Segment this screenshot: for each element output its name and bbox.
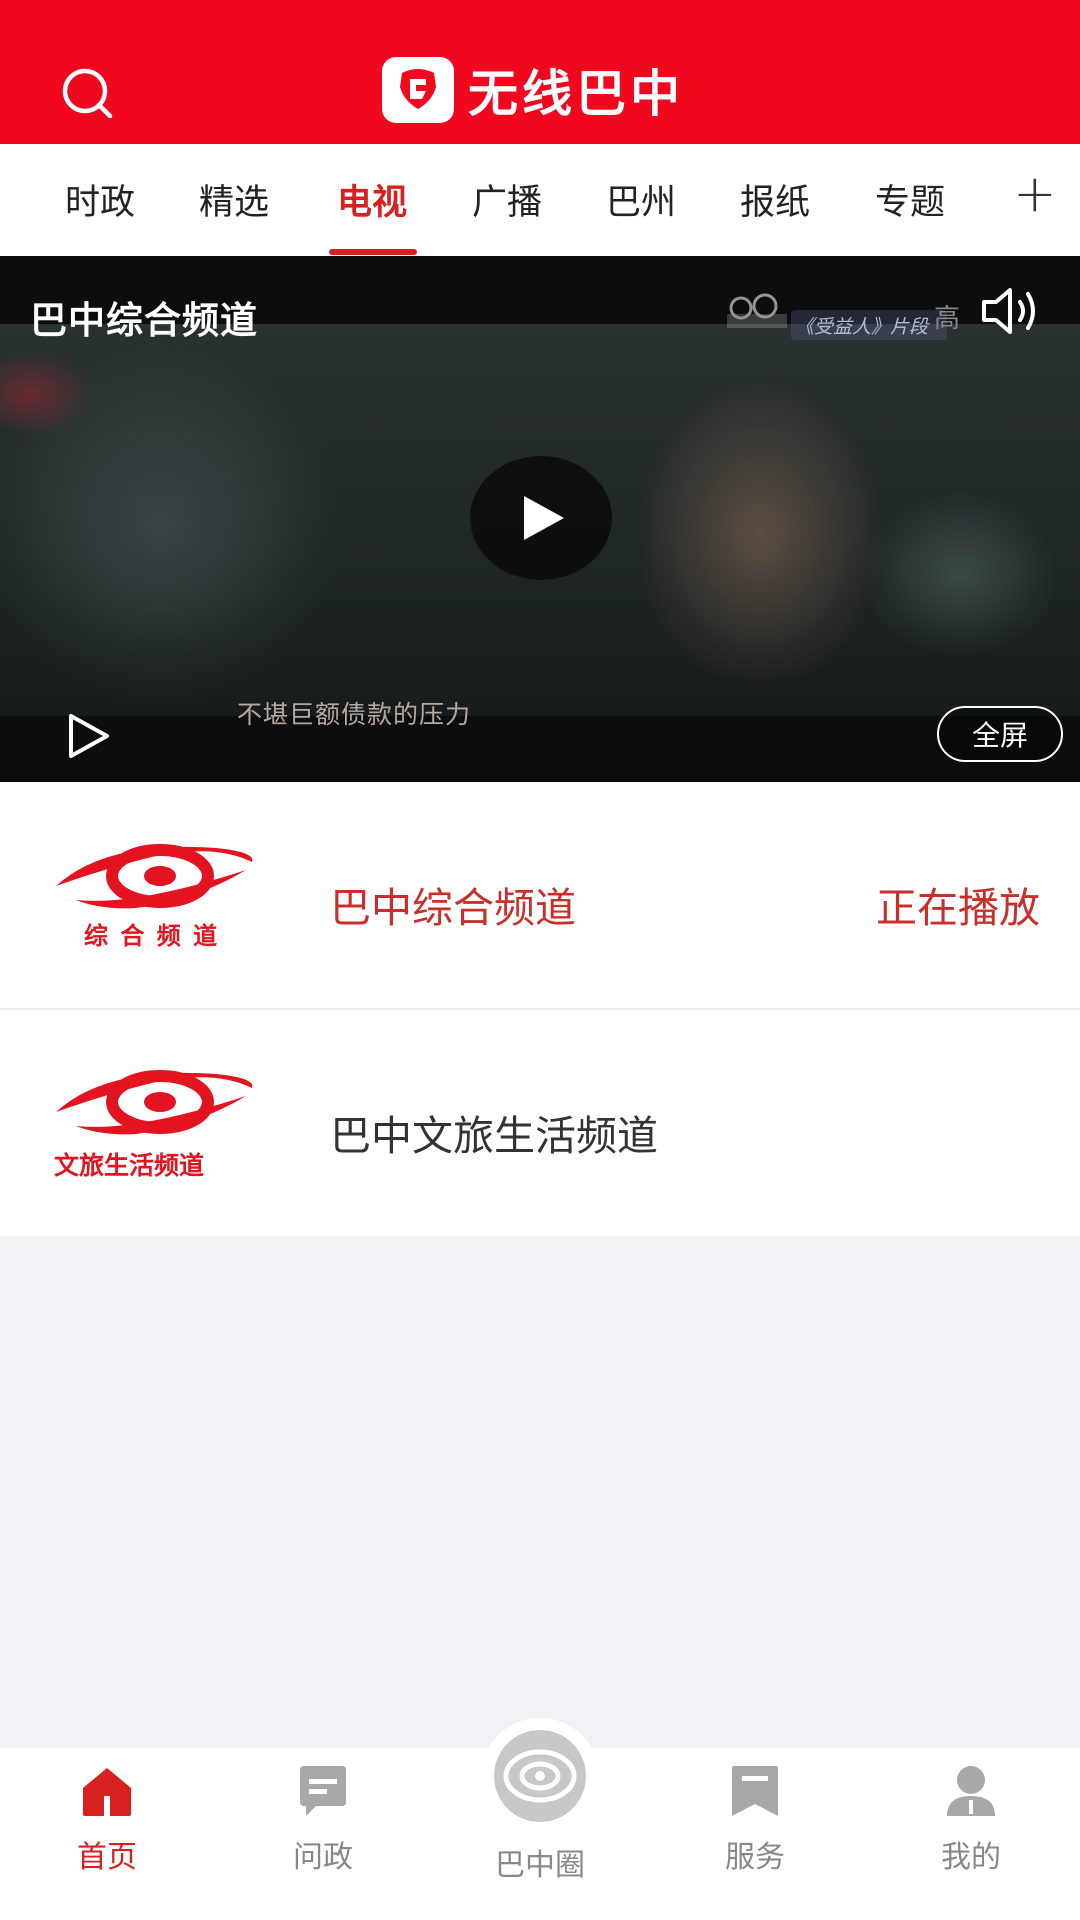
channel-item-wenlv[interactable]: 文旅生活频道 巴中文旅生活频道 <box>0 1010 1080 1236</box>
fullscreen-button[interactable]: 全屏 <box>937 706 1063 762</box>
volume-icon[interactable] <box>978 282 1042 340</box>
user-icon <box>947 1766 995 1816</box>
now-playing-status: 正在播放 <box>876 884 1040 932</box>
tab-jingxuan[interactable]: 精选 <box>199 174 269 225</box>
message-icon <box>300 1766 346 1816</box>
nav-label: 服务 <box>725 1840 785 1875</box>
channel-name: 巴中文旅生活频道 <box>330 1112 658 1160</box>
nav-home[interactable]: 首页 <box>32 1764 182 1876</box>
film-watermark-label: 《受益人》片段 <box>795 316 929 338</box>
app-header: 无线巴中 <box>0 0 1080 144</box>
tab-shizheng[interactable]: 时政 <box>65 174 135 225</box>
circle-icon <box>494 1730 586 1822</box>
nav-label: 我的 <box>941 1840 1001 1875</box>
player-channel-title: 巴中综合频道 <box>30 299 258 342</box>
wenlv-logo-text: 文旅生活频道 <box>54 1151 205 1180</box>
home-icon <box>83 1768 131 1816</box>
category-tabs: 时政 精选 电视 广播 巴州 报纸 专题 + <box>0 144 1080 257</box>
nav-mine[interactable]: 我的 <box>896 1764 1046 1876</box>
brand: 无线巴中 <box>382 56 684 124</box>
app-title: 无线巴中 <box>468 65 684 123</box>
tab-guangbo[interactable]: 广播 <box>472 174 542 225</box>
nav-bazhongquan[interactable]: 巴中圈 <box>460 1728 620 1884</box>
nav-label: 首页 <box>77 1840 137 1875</box>
tab-zhuanti[interactable]: 专题 <box>875 174 945 225</box>
channel-name: 巴中综合频道 <box>330 884 576 932</box>
video-subtitle: 不堪巨额债款的压力 <box>237 700 472 729</box>
tab-baozhi[interactable]: 报纸 <box>740 174 810 225</box>
nav-label: 问政 <box>293 1840 353 1875</box>
quality-label[interactable]: 高 <box>934 298 960 335</box>
active-tab-indicator <box>329 249 417 255</box>
tab-bazhou[interactable]: 巴州 <box>606 174 676 225</box>
play-icon <box>524 496 564 540</box>
nav-fuwu[interactable]: 服务 <box>680 1764 830 1876</box>
nav-label: 巴中圈 <box>495 1848 585 1883</box>
play-button[interactable] <box>470 456 612 580</box>
app-logo-icon <box>382 57 454 123</box>
zonghe-logo-text: 综 合 频 道 <box>84 922 220 950</box>
play-pause-icon[interactable] <box>65 712 113 760</box>
search-icon[interactable] <box>58 64 118 124</box>
nav-wenzheng[interactable]: 问政 <box>248 1764 398 1876</box>
bookmark-icon <box>732 1766 778 1816</box>
add-tab-icon[interactable]: + <box>1013 164 1057 224</box>
channel-item-zonghe[interactable]: 综 合 频 道 巴中综合频道 正在播放 <box>0 782 1080 1010</box>
tab-dianshi[interactable]: 电视 <box>337 174 407 225</box>
